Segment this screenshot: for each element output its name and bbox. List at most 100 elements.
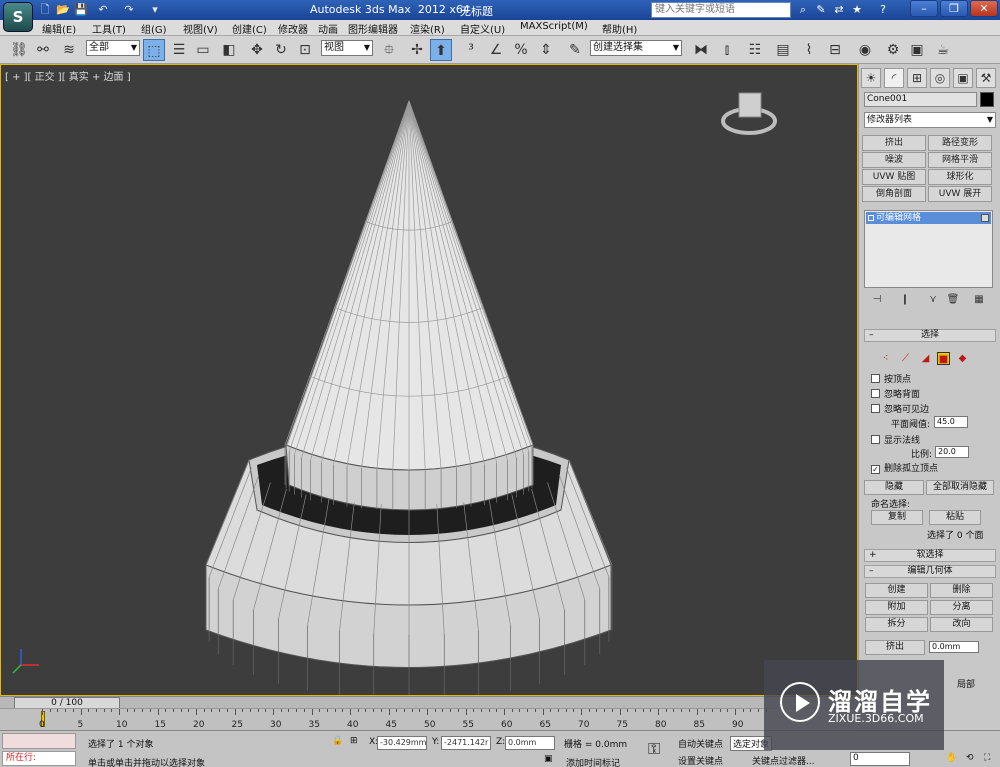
auto-key-button[interactable]: 自动关键点 — [678, 737, 723, 750]
create-button[interactable]: 创建 — [865, 583, 928, 598]
turn-button[interactable]: 改向 — [930, 617, 993, 632]
maximize-viewport-icon[interactable]: ⛶ — [984, 753, 990, 763]
rectangular-selection-icon[interactable]: ▭ — [192, 39, 214, 61]
schematic-view-icon[interactable]: ⊟ — [824, 39, 846, 61]
stack-item-editable-mesh[interactable]: 可编辑网格 — [866, 212, 991, 224]
exchange-icon[interactable]: ⇄ — [832, 3, 846, 17]
help-icon[interactable]: ? — [876, 3, 890, 17]
delete-button[interactable]: 删除 — [930, 583, 993, 598]
ignore-backfacing-checkbox[interactable]: 忽略背面 — [871, 387, 920, 400]
element-subobject-icon[interactable]: ◆ — [956, 352, 969, 365]
y-coordinate-field[interactable]: -2471.142r — [441, 736, 491, 750]
planar-thresh-spinner[interactable]: 平面阈值: 45.0 — [891, 416, 968, 430]
time-slider[interactable]: 0 / 100 — [0, 696, 858, 709]
modifier-list-dropdown[interactable]: 修改器列表 ▼ — [864, 112, 996, 128]
modifier-button-uvw-map[interactable]: UVW 贴图 — [862, 169, 926, 185]
key-icon[interactable]: ⚿ — [648, 739, 660, 759]
show-normals-checkbox[interactable]: 显示法线 — [871, 433, 920, 446]
edge-subobject-icon[interactable]: ⟋ — [899, 352, 912, 365]
search-input[interactable]: 键入关键字或短语 — [651, 2, 791, 18]
move-icon[interactable]: ✥ — [246, 39, 268, 61]
current-frame-field[interactable]: 0 — [850, 752, 910, 766]
divide-button[interactable]: 拆分 — [865, 617, 928, 632]
scale-icon[interactable]: ⊡ — [294, 39, 316, 61]
undo-icon[interactable]: ↶ — [96, 3, 110, 17]
favorites-icon[interactable]: ★ — [850, 3, 864, 17]
menu-graph-editors[interactable]: 图形编辑器 — [348, 21, 398, 36]
minimize-button[interactable]: – — [910, 0, 938, 17]
mirror-icon[interactable]: ⧓ — [690, 39, 712, 61]
attach-button[interactable]: 附加 — [865, 600, 928, 615]
configure-modifier-sets-icon[interactable]: ▦ — [971, 294, 987, 308]
rotate-icon[interactable]: ↻ — [270, 39, 292, 61]
open-file-icon[interactable]: 📂 — [56, 3, 70, 17]
menu-create[interactable]: 创建(C) — [232, 21, 267, 36]
menu-edit[interactable]: 编辑(E) — [42, 21, 76, 36]
menu-modifiers[interactable]: 修改器 — [278, 21, 308, 36]
material-editor-icon[interactable]: ◉ — [854, 39, 876, 61]
selection-rollout-header[interactable]: – 选择 — [864, 329, 996, 342]
menu-customize[interactable]: 自定义(U) — [460, 21, 505, 36]
show-end-result-icon[interactable]: ❙ — [897, 294, 913, 308]
local-radio[interactable]: 局部 — [957, 677, 975, 690]
modifier-button-noise[interactable]: 噪波 — [862, 152, 926, 168]
pin-stack-icon[interactable]: ⊣ — [869, 294, 885, 308]
absolute-mode-icon[interactable]: ⊞ — [350, 736, 358, 746]
time-tag-icon[interactable]: ▣ — [544, 754, 553, 764]
extrude-button[interactable]: 挤出 — [865, 640, 925, 655]
keyboard-shortcut-override-icon[interactable]: ⬆ — [430, 39, 452, 61]
edit-named-selection-icon[interactable]: ✎ — [564, 39, 586, 61]
pan-icon[interactable]: ✋ — [946, 753, 957, 763]
menu-animation[interactable]: 动画 — [318, 21, 338, 36]
pivot-center-icon[interactable]: ⯐ — [378, 39, 400, 61]
edit-geometry-rollout-header[interactable]: – 编辑几何体 — [864, 565, 996, 578]
bind-space-warp-icon[interactable]: ≋ — [58, 39, 80, 61]
key-filters-button[interactable]: 关键点过滤器... — [752, 754, 815, 767]
percent-snap-icon[interactable]: % — [510, 39, 532, 61]
align-icon[interactable]: ⫾ — [716, 39, 738, 61]
layer-manager-icon[interactable]: ☷ — [744, 39, 766, 61]
object-color-swatch[interactable] — [980, 92, 994, 107]
polygon-subobject-icon[interactable]: ■ — [937, 352, 950, 365]
selection-filter-dropdown[interactable]: 全部 ▼ — [86, 40, 140, 56]
ignore-visible-edges-checkbox[interactable]: 忽略可见边 — [871, 402, 929, 415]
angle-snap-icon[interactable]: ∠ — [485, 39, 507, 61]
render-setup-icon[interactable]: ⚙ — [882, 39, 904, 61]
x-coordinate-field[interactable]: -30.429mm — [377, 736, 427, 750]
set-key-button[interactable]: 设置关键点 — [678, 754, 723, 767]
new-file-icon[interactable]: 🗋 — [38, 3, 52, 17]
create-tab-icon[interactable]: ☀ — [861, 68, 881, 88]
render-production-icon[interactable]: ☕ — [932, 39, 954, 61]
link-icon[interactable]: ⛓ — [8, 39, 30, 61]
copy-button[interactable]: 复制 — [871, 510, 923, 525]
menu-views[interactable]: 视图(V) — [183, 21, 218, 36]
select-by-name-icon[interactable]: ☰ — [168, 39, 190, 61]
curve-editor-icon[interactable]: ⌇ — [798, 39, 820, 61]
select-object-icon[interactable]: ⬚ — [143, 39, 165, 61]
add-time-tag[interactable]: 添加时间标记 — [566, 756, 620, 767]
by-vertex-checkbox[interactable]: 按顶点 — [871, 372, 911, 385]
maxscript-listener[interactable] — [2, 733, 76, 749]
unhide-all-button[interactable]: 全部取消隐藏 — [926, 480, 994, 495]
normal-scale-spinner[interactable]: 比例: 20.0 — [911, 446, 969, 460]
z-coordinate-field[interactable]: 0.0mm — [505, 736, 555, 750]
paste-button[interactable]: 粘贴 — [929, 510, 981, 525]
app-logo-icon[interactable]: S — [3, 2, 33, 32]
maximize-button[interactable]: ❐ — [940, 0, 968, 17]
hierarchy-tab-icon[interactable]: ⊞ — [907, 68, 927, 88]
redo-icon[interactable]: ↷ — [122, 3, 136, 17]
soft-selection-rollout-header[interactable]: + 软选择 — [864, 549, 996, 562]
hide-button[interactable]: 隐藏 — [864, 480, 924, 495]
modifier-button-unwrap-uvw[interactable]: UVW 展开 — [928, 186, 992, 202]
make-unique-icon[interactable]: ⋎ — [925, 294, 941, 308]
manipulate-icon[interactable]: ✢ — [406, 39, 428, 61]
vertex-subobject-icon[interactable]: ⁖ — [879, 352, 892, 365]
close-button[interactable]: ✕ — [970, 0, 998, 17]
quick-access-dropdown-icon[interactable]: ▾ — [148, 3, 162, 17]
display-tab-icon[interactable]: ▣ — [953, 68, 973, 88]
save-icon[interactable]: 💾 — [74, 3, 88, 17]
modify-tab-icon[interactable]: ◜ — [884, 68, 904, 88]
modifier-button-bevel-profile[interactable]: 倒角剖面 — [862, 186, 926, 202]
object-name-field[interactable]: Cone001 — [864, 92, 977, 107]
modifier-button-path-deform[interactable]: 路径变形 — [928, 135, 992, 151]
